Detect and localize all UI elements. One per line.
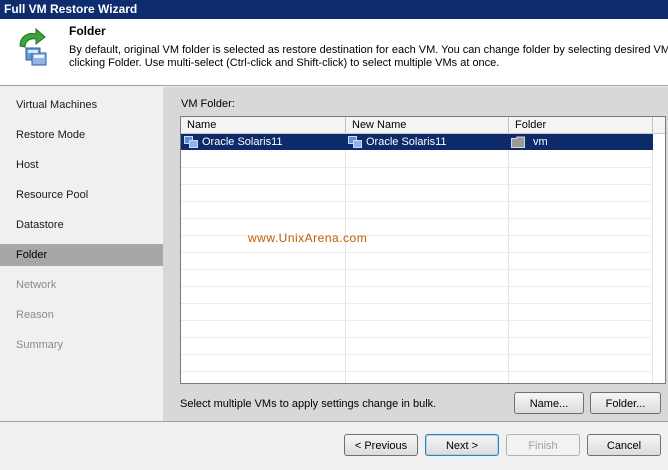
vm-folder-label: VM Folder:: [181, 98, 235, 110]
vm-new-name: Oracle Solaris11: [366, 136, 447, 148]
grid-header: Name New Name Folder: [181, 117, 665, 134]
cell-folder: vm: [511, 134, 651, 150]
wizard-header: Folder By default, original VM folder is…: [0, 19, 668, 86]
grid-row-line: [181, 269, 653, 270]
grid-row-line: [181, 320, 653, 321]
grid-row-line: [181, 371, 653, 372]
step-network: Network: [16, 279, 57, 291]
grid-column-divider: [652, 133, 653, 383]
step-folder[interactable]: Folder: [0, 244, 163, 266]
grid-row-line: [181, 167, 653, 168]
grid-row-line: [181, 252, 653, 253]
grid-row-line: [181, 286, 653, 287]
vm-icon: [348, 136, 362, 148]
grid-row-line: [181, 354, 653, 355]
step-summary: Summary: [16, 339, 64, 351]
page-description-line-1: By default, original VM folder is select…: [69, 44, 668, 56]
cancel-button[interactable]: Cancel: [587, 434, 661, 456]
grid-column-divider: [345, 133, 346, 383]
vm-folder-grid[interactable]: Name New Name Folder Oracle Solaris11 Or…: [180, 116, 666, 384]
page-description-line-2: clicking Folder. Use multi-select (Ctrl-…: [69, 57, 500, 69]
previous-button[interactable]: < Previous: [344, 434, 418, 456]
page-description: By default, original VM folder is select…: [69, 44, 668, 70]
cell-name: Oracle Solaris11: [184, 134, 344, 150]
restore-vm-icon: [19, 28, 47, 66]
step-reason: Reason: [16, 309, 54, 321]
next-button[interactable]: Next >: [425, 434, 499, 456]
grid-row-line: [181, 303, 653, 304]
cell-new-name: Oracle Solaris11: [348, 134, 508, 150]
folder-button[interactable]: Folder...: [590, 392, 661, 414]
grid-row-line: [181, 184, 653, 185]
column-header-new-name[interactable]: New Name: [346, 117, 509, 133]
step-virtual-machines[interactable]: Virtual Machines: [0, 94, 163, 116]
step-resource-pool[interactable]: Resource Pool: [0, 184, 163, 206]
window-title-bar[interactable]: Full VM Restore Wizard: [0, 0, 668, 19]
vm-folder: vm: [533, 136, 548, 148]
step-datastore[interactable]: Datastore: [0, 214, 163, 236]
grid-row-line: [181, 201, 653, 202]
grid-column-divider: [508, 133, 509, 383]
column-header-filler: [653, 117, 665, 133]
name-button[interactable]: Name...: [514, 392, 584, 414]
bulk-hint-text: Select multiple VMs to apply settings ch…: [180, 398, 437, 410]
watermark-text: www.UnixArena.com: [248, 231, 368, 245]
column-header-folder[interactable]: Folder: [509, 117, 653, 133]
grid-row-line: [181, 218, 653, 219]
vm-icon: [184, 136, 198, 148]
grid-row-line: [181, 337, 653, 338]
page-title: Folder: [69, 24, 106, 38]
finish-button: Finish: [506, 434, 580, 456]
table-row[interactable]: Oracle Solaris11 Oracle Solaris11 vm: [181, 134, 653, 150]
column-header-name[interactable]: Name: [181, 117, 346, 133]
step-host[interactable]: Host: [0, 154, 163, 176]
vm-name: Oracle Solaris11: [202, 136, 283, 148]
window-title: Full VM Restore Wizard: [4, 2, 138, 16]
step-restore-mode[interactable]: Restore Mode: [0, 124, 163, 146]
wizard-steps-sidebar: Virtual Machines Restore Mode Host Resou…: [0, 87, 163, 421]
folder-icon: [511, 136, 525, 148]
